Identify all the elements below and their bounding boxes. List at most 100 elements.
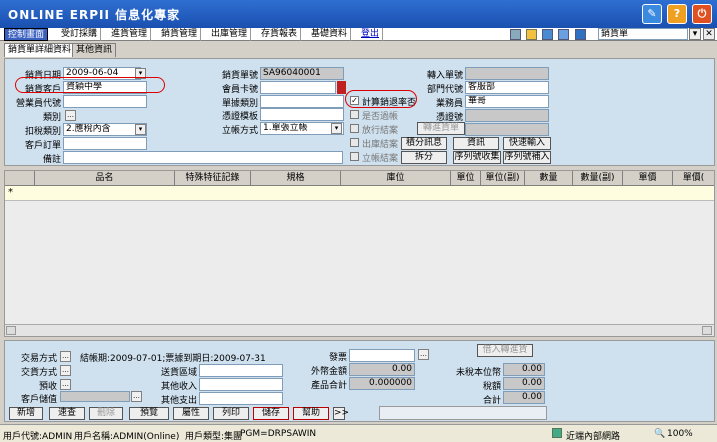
account-dropdown-icon[interactable]: ▾ [331,123,342,134]
split-button[interactable]: 拆分 [401,151,447,164]
category-lookup-icon[interactable]: … [65,110,76,121]
salesperson-field[interactable]: 華哥 [465,95,549,108]
serial-input-button[interactable]: 序列號補入 [503,151,551,164]
grid-col-product[interactable]: 品名 [35,171,175,186]
receipt-lookup-icon[interactable]: … [60,379,71,390]
grid-col-price-sub[interactable]: 單價( [673,171,714,186]
tab-sale-detail[interactable]: 銷貨單詳細資料 [4,43,76,57]
billing-info-text: 結帳期:2009-07-01;票據到期日:2009-07-31 [80,354,266,364]
help-button[interactable]: 幫助 [293,407,329,420]
invoice-lookup-icon[interactable]: … [418,349,429,360]
customer-stored-field [60,391,130,402]
transfer-purchase-button[interactable]: 轉進貨單 [417,122,465,135]
close-icon[interactable]: ✕ [703,28,715,40]
total-field: 0.00 [503,391,545,404]
grid-col-qty[interactable]: 數量 [525,171,573,186]
status-network: 近端內部網路 [566,432,621,442]
release-close-checkbox[interactable] [350,124,359,133]
transfer-in-field [465,67,549,80]
invoice-label: 發票 [328,353,347,363]
menu-item-sales[interactable]: 銷貨管理 [158,28,202,41]
scroll-left-icon[interactable] [6,326,16,335]
quick-check-button[interactable]: 速查 [49,407,85,420]
toolbar-icon-2[interactable] [526,29,537,40]
other-income-field[interactable] [199,378,283,391]
grid-col-qty-sub[interactable]: 數量(副) [573,171,623,186]
member-card-lookup-icon[interactable] [337,81,346,94]
menu-item-warehouse[interactable]: 出庫管理 [208,28,252,41]
delete-button[interactable]: 刪除 [89,407,123,420]
tax-dropdown-icon[interactable]: ▾ [135,124,146,135]
menu-item-basic[interactable]: 基礎資料 [308,28,352,41]
toolbar-icon-5[interactable] [575,29,586,40]
grid-col-location[interactable]: 庫位 [341,171,451,186]
toolbar-icon-4[interactable] [558,29,569,40]
ar-close-checkbox[interactable] [350,152,359,161]
grid-col-unit[interactable]: 單位 [451,171,481,186]
new-button[interactable]: 新增 [9,407,43,420]
total-label: 合計 [482,396,501,406]
toolbar-icon-3[interactable] [542,29,553,40]
voucher-no-label: 憑證號 [435,113,463,123]
remark-field[interactable] [63,151,343,164]
help-icon[interactable]: ? [667,4,687,24]
doc-type-label: 單據類別 [221,99,258,109]
grid-col-price[interactable]: 單價 [623,171,673,186]
status-zoom[interactable]: 100% [667,429,693,439]
dept-code-field[interactable]: 客服部 [465,81,549,94]
member-card-field[interactable] [260,81,336,94]
points-info-button[interactable]: 積分訊息 [401,137,447,150]
untaxed-field: 0.00 [503,363,545,376]
customer-order-label: 客戶訂單 [24,141,61,151]
customer-order-field[interactable] [63,137,147,150]
zoom-icon[interactable]: 🔍 [654,429,665,439]
sales-rep-code-field[interactable] [63,95,147,108]
doc-type-field[interactable] [260,95,344,108]
menu-item-purchasing[interactable]: 進貨管理 [108,28,152,41]
other-expense-field[interactable] [199,392,283,405]
foreign-amount-field: 0.00 [349,363,415,376]
serial-collect-button[interactable]: 序列號收集 [453,151,501,164]
quick-input-button[interactable]: 快速輸入 [503,137,551,150]
menu-item-control[interactable]: 控制畫面 [4,28,49,41]
status-pgm: PGM=DRPSAWIN [240,429,317,439]
remark-label: 備註 [42,155,61,165]
delivery-area-field[interactable] [199,364,283,377]
more-button[interactable]: >> [333,407,349,420]
table-row[interactable]: * [5,186,714,201]
edit-icon[interactable]: ✎ [642,4,662,24]
print-button[interactable]: 列印 [213,407,249,420]
warehouse-close-checkbox[interactable] [350,138,359,147]
invoice-format-field[interactable] [260,108,344,121]
grid-col-spec[interactable]: 規格 [251,171,341,186]
save-button[interactable]: 儲存 [253,407,289,420]
info-button[interactable]: 資訊 [453,137,499,150]
horizontal-scrollbar[interactable] [5,324,714,336]
scroll-right-icon[interactable] [702,326,712,335]
message-area [379,406,547,420]
title-bar: ONLINE ERPII 信息化專家 ✎ ? ⏻ [0,0,717,28]
menu-item-logout[interactable]: 登出 [358,28,384,41]
toolbar-icon-1[interactable] [510,29,521,40]
tab-other-info[interactable]: 其他資訊 [72,43,117,57]
delivery-area-label: 送貨區域 [160,368,197,378]
category-label: 類別 [42,113,61,123]
stored-lookup-icon[interactable]: … [131,391,142,402]
dropdown-arrow-icon[interactable]: ▾ [689,28,701,40]
grid-col-unit-sub[interactable]: 單位(副) [481,171,525,186]
menu-item-orders[interactable]: 受訂採購 [58,28,102,41]
delivery-method-lookup-icon[interactable]: … [60,365,71,376]
borrow-transfer-button[interactable]: 借入轉進貨 [477,344,533,357]
posted-checkbox[interactable] [350,110,359,119]
window-select[interactable]: 銷貨單 [598,28,688,40]
transfer-in-label: 轉入單號 [426,71,463,81]
grid-col-special[interactable]: 特殊特征記錄 [175,171,251,186]
properties-button[interactable]: 屬性 [173,407,209,420]
invoice-field[interactable] [349,349,415,362]
preview-button[interactable]: 預覽 [129,407,169,420]
app-title: ONLINE ERPII 信息化專家 [8,8,181,22]
power-icon[interactable]: ⏻ [692,4,712,24]
invoice-format-label: 憑證模板 [221,112,258,122]
menu-item-reports[interactable]: 存貨報表 [258,28,302,41]
trade-method-lookup-icon[interactable]: … [60,351,71,362]
